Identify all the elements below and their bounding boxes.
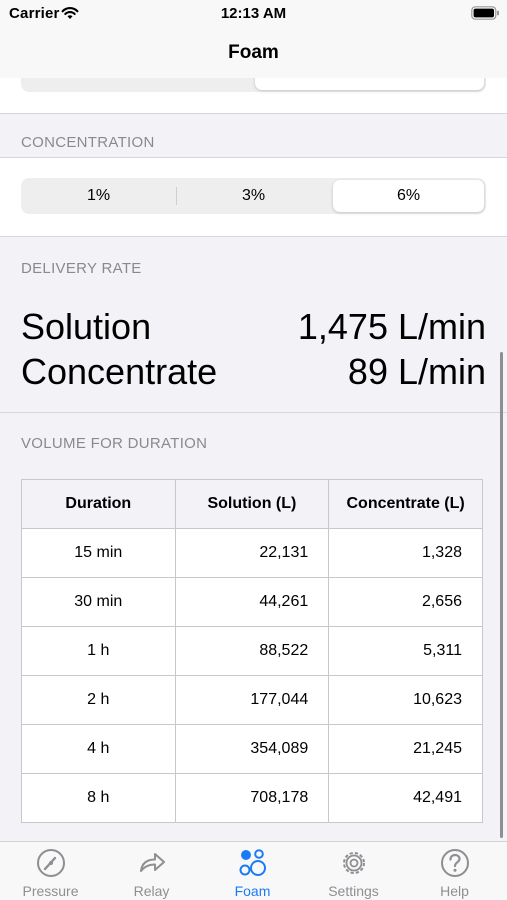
scroll-content[interactable]: (.,...) (.,...) CONCENTRATION 1% 3% 6% D… [0, 78, 507, 841]
tab-label-pressure: Pressure [22, 883, 79, 899]
concentration-segmented-control[interactable]: 1% 3% 6% [21, 178, 486, 214]
solution-rate-value: 1,475 L/min [297, 306, 486, 347]
tab-pressure[interactable]: Pressure [0, 842, 101, 900]
concentrate-cell: 2,656 [328, 577, 483, 627]
concentrate-rate-row: Concentrate 89 L/min [21, 351, 486, 397]
duration-cell: 8 h [21, 773, 176, 823]
table-row: 2 h 177,044 10,623 [21, 675, 483, 725]
solution-cell: 88,522 [174, 626, 330, 676]
foam-bubbles-icon [239, 849, 266, 876]
solution-cell: 44,261 [174, 577, 330, 627]
tab-label-foam: Foam [234, 883, 271, 899]
column-header-solution: Solution (L) [174, 479, 330, 529]
solution-cell: 22,131 [174, 528, 330, 578]
table-header-row: Duration Solution (L) Concentrate (L) [21, 479, 483, 529]
solution-cell: 354,089 [174, 724, 330, 774]
concentrate-rate-value: 89 L/min [347, 351, 486, 392]
tab-label-help: Help [440, 883, 469, 899]
hidden-segment-section: (.,...) (.,...) [0, 78, 507, 113]
tab-settings[interactable]: Settings [303, 842, 404, 900]
vertical-scrollbar[interactable] [500, 352, 503, 838]
gear-icon [343, 852, 365, 874]
concentration-option-1[interactable]: 1% [21, 178, 176, 214]
table-row: 4 h 354,089 21,245 [21, 724, 483, 774]
delivery-rate-header: DELIVERY RATE [21, 260, 142, 277]
previous-segmented-control[interactable]: (.,...) (.,...) [21, 78, 486, 92]
duration-cell: 30 min [21, 577, 176, 627]
tab-relay[interactable]: Relay [101, 842, 202, 900]
table-row: 8 h 708,178 42,491 [21, 773, 483, 823]
divider [0, 236, 507, 237]
divider [0, 412, 507, 413]
table-row: 15 min 22,131 1,328 [21, 528, 483, 578]
tab-label-settings: Settings [328, 883, 379, 899]
column-header-concentrate: Concentrate (L) [328, 479, 483, 529]
relay-arrow-icon [140, 853, 165, 872]
volume-header: VOLUME FOR DURATION [21, 435, 208, 452]
column-header-duration: Duration [21, 479, 176, 529]
concentrate-cell: 10,623 [328, 675, 483, 725]
gauge-icon [37, 849, 65, 877]
tab-help[interactable]: Help [404, 842, 505, 900]
concentrate-label: Concentrate [21, 351, 218, 392]
solution-cell: 708,178 [174, 773, 330, 823]
page-title: Foam [228, 42, 279, 63]
previous-selected-segment [255, 78, 484, 90]
navigation-bar: Foam [0, 30, 507, 78]
concentrate-cell: 42,491 [328, 773, 483, 823]
concentrate-cell: 21,245 [328, 724, 483, 774]
tab-label-relay: Relay [133, 883, 170, 899]
divider [0, 113, 507, 114]
solution-label: Solution [21, 306, 152, 347]
concentrate-cell: 1,328 [328, 528, 483, 578]
tab-foam[interactable]: Foam [202, 842, 303, 900]
duration-cell: 2 h [21, 675, 176, 725]
duration-cell: 1 h [21, 626, 176, 676]
duration-cell: 4 h [21, 724, 176, 774]
battery-icon [471, 6, 499, 20]
concentrate-cell: 5,311 [328, 626, 483, 676]
solution-rate-row: Solution 1,475 L/min [21, 306, 486, 352]
concentration-header: CONCENTRATION [21, 134, 155, 151]
duration-cell: 15 min [21, 528, 176, 578]
foam-screen: Carrier 12:13 AM Foam (.,...) (.,...) CO [0, 0, 507, 900]
volume-table: Duration Solution (L) Concentrate (L) 15… [21, 479, 483, 823]
concentration-option-6[interactable]: 6% [331, 178, 486, 214]
status-time: 12:13 AM [220, 5, 287, 22]
solution-cell: 177,044 [174, 675, 330, 725]
question-circle-icon [441, 849, 469, 877]
table-row: 1 h 88,522 5,311 [21, 626, 483, 676]
concentration-option-3[interactable]: 3% [176, 178, 331, 214]
status-bar: Carrier 12:13 AM [0, 0, 507, 30]
concentration-section: 1% 3% 6% [0, 158, 507, 236]
table-row: 30 min 44,261 2,656 [21, 577, 483, 627]
tab-bar: Pressure Relay Foam Settings Help [0, 841, 507, 900]
